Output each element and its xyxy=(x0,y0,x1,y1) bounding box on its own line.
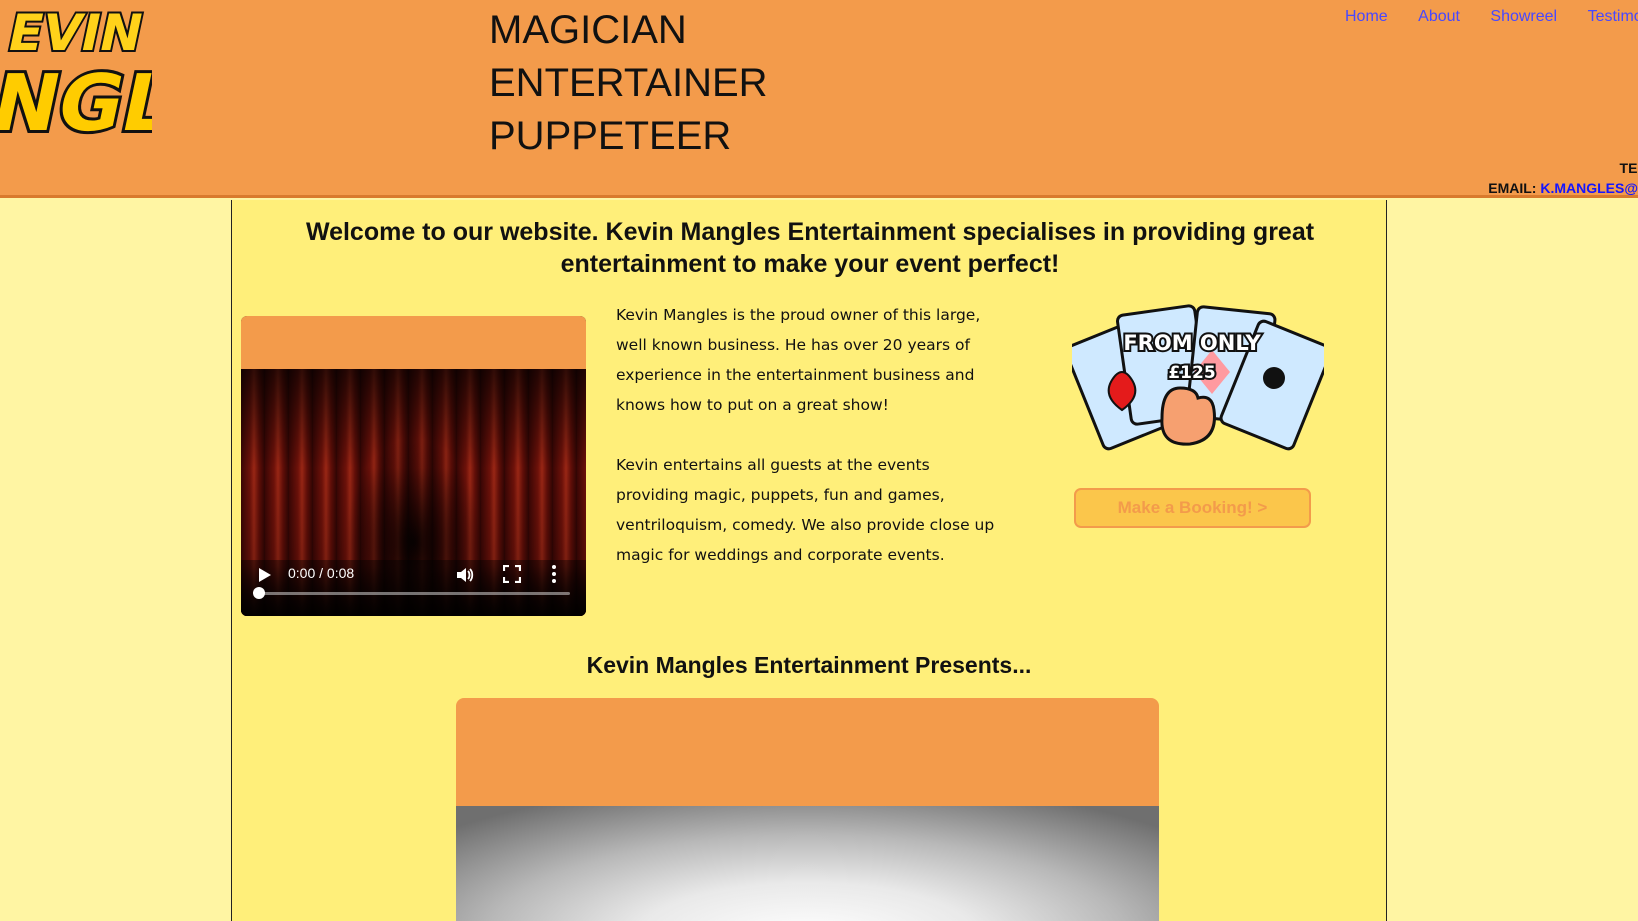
welcome-heading: Welcome to our website. Kevin Mangles En… xyxy=(305,218,1315,278)
tel-label: TEL xyxy=(1619,160,1638,176)
video-progress-thumb[interactable] xyxy=(253,587,265,599)
nav-home[interactable]: Home xyxy=(1345,6,1388,28)
tagline-magician: MAGICIAN xyxy=(489,8,687,52)
email-label: EMAIL: xyxy=(1488,180,1537,196)
main-nav: Home About Showreel Testimon xyxy=(1345,6,1638,28)
svg-text:NGLES: NGLES xyxy=(0,58,152,146)
presents-heading: Kevin Mangles Entertainment Presents... xyxy=(586,652,1032,678)
nav-showreel[interactable]: Showreel xyxy=(1490,6,1557,28)
main-content: Welcome to our website. Kevin Mangles En… xyxy=(231,200,1387,921)
contact-info: TEL EMAIL: K.MANGLES@ xyxy=(1488,158,1638,196)
kevin-mangles-logo[interactable]: EVIN NGLES xyxy=(0,0,152,146)
video-controls: 0:00 / 0:08 xyxy=(241,560,586,616)
about-paragraph-1: Kevin Mangles is the proud owner of this… xyxy=(616,306,981,414)
make-booking-button[interactable]: Make a Booking! > xyxy=(1074,488,1311,528)
about-text: Kevin Mangles is the proud owner of this… xyxy=(616,300,1006,600)
video-time: 0:00 / 0:08 xyxy=(288,565,355,581)
tagline: MAGICIAN ENTERTAINER PUPPETEER xyxy=(489,4,768,163)
play-icon[interactable] xyxy=(259,568,271,582)
volume-icon[interactable] xyxy=(455,565,475,585)
intro-video-player[interactable]: 0:00 / 0:08 xyxy=(241,316,586,616)
fullscreen-icon[interactable] xyxy=(503,565,521,583)
video2-screen xyxy=(456,806,1159,921)
promo-price: £125 xyxy=(1168,363,1215,383)
promo-line1: FROM ONLY xyxy=(1123,331,1261,355)
video-poster-top xyxy=(241,316,586,369)
more-options-icon[interactable] xyxy=(551,564,557,584)
nav-about[interactable]: About xyxy=(1418,6,1460,28)
tagline-puppeteer: PUPPETEER xyxy=(489,114,732,158)
price-promo-cards: FROM ONLY £125 xyxy=(1072,304,1324,451)
email-link[interactable]: K.MANGLES@ xyxy=(1540,180,1638,195)
email-line: EMAIL: K.MANGLES@ xyxy=(1488,178,1638,196)
about-paragraph-2: Kevin entertains all guests at the event… xyxy=(616,456,995,564)
site-header: EVIN NGLES MAGICIAN ENTERTAINER PUPPETEE… xyxy=(0,0,1638,198)
tagline-entertainer: ENTERTAINER xyxy=(489,61,768,105)
video-progress-track[interactable] xyxy=(257,592,570,595)
video2-poster-top xyxy=(456,698,1159,806)
svg-text:EVIN: EVIN xyxy=(3,4,149,62)
nav-testimonials[interactable]: Testimon xyxy=(1588,6,1638,28)
presents-video-player[interactable] xyxy=(456,698,1159,921)
